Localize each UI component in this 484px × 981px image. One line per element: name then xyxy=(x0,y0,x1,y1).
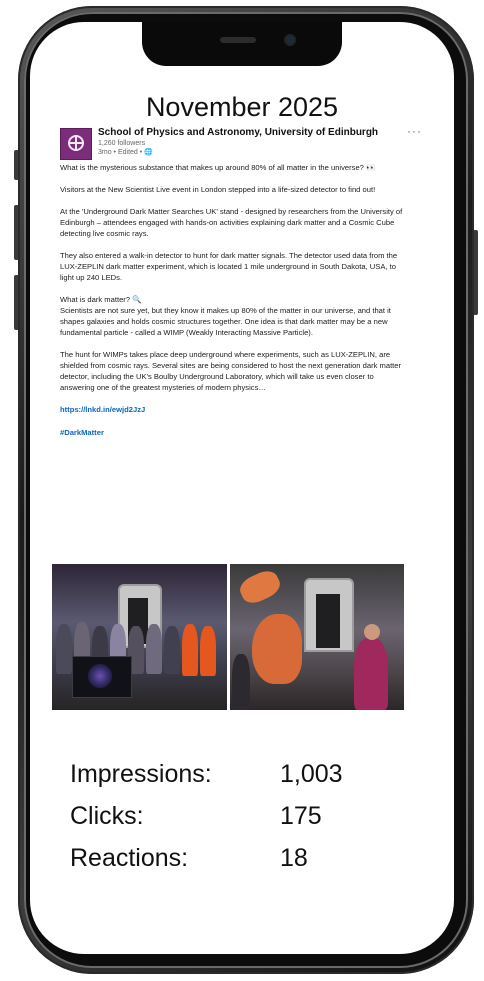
post-meta: 3mo • Edited • 🌐 xyxy=(98,149,153,156)
person xyxy=(146,624,162,674)
month-title: November 2025 xyxy=(145,92,339,122)
post-body: What is the mysterious substance that ma… xyxy=(60,162,410,438)
dinosaur-neck xyxy=(235,566,284,608)
post-paragraph: At the 'Underground Dark Matter Searches… xyxy=(60,207,403,238)
university-logo[interactable] xyxy=(60,128,92,160)
linkedin-post: School of Physics and Astronomy, Univers… xyxy=(60,124,421,438)
post-link[interactable]: https://lnkd.in/ewjd2JzJ xyxy=(60,404,410,415)
phone-mockup: November 2025 School of Physics and Astr… xyxy=(0,0,484,981)
person xyxy=(182,624,198,676)
cosmic-poster xyxy=(88,664,112,688)
post-paragraph: What is dark matter? 🔍 Scientists are no… xyxy=(60,295,391,337)
impressions-label: Impressions: xyxy=(70,760,212,788)
dinosaur-costume xyxy=(251,614,302,684)
phone-notch xyxy=(142,22,342,66)
clicks-label: Clicks: xyxy=(70,802,144,830)
person xyxy=(353,638,388,710)
person-head xyxy=(363,624,380,640)
reactions-label: Reactions: xyxy=(70,844,189,872)
person xyxy=(200,626,216,676)
post-paragraph: Visitors at the New Scientist Live event… xyxy=(60,185,376,194)
crest-icon xyxy=(68,135,84,151)
dinosaur-photo[interactable] xyxy=(229,564,404,710)
post-header: School of Physics and Astronomy, Univers… xyxy=(60,124,421,160)
post-paragraph: What is the mysterious substance that ma… xyxy=(60,163,376,172)
hashtag-link[interactable]: #DarkMatter xyxy=(60,427,410,438)
group-photo[interactable] xyxy=(52,564,227,710)
person xyxy=(164,626,180,674)
speaker-grille xyxy=(220,37,256,43)
impressions-value: 1,003 xyxy=(280,760,343,788)
post-paragraph: They also entered a walk-in detector to … xyxy=(60,251,398,282)
org-name[interactable]: School of Physics and Astronomy, Univers… xyxy=(98,127,378,138)
post-photos[interactable] xyxy=(52,564,404,710)
person xyxy=(231,654,250,710)
clicks-value: 175 xyxy=(280,802,322,830)
camera-icon xyxy=(284,34,296,46)
more-options-icon[interactable]: ··· xyxy=(407,124,422,138)
person xyxy=(56,624,72,674)
follower-count: 1,260 followers xyxy=(98,140,146,147)
reactions-value: 18 xyxy=(280,844,308,872)
post-paragraph: The hunt for WIMPs takes place deep unde… xyxy=(60,350,402,392)
booth-door xyxy=(315,594,340,648)
